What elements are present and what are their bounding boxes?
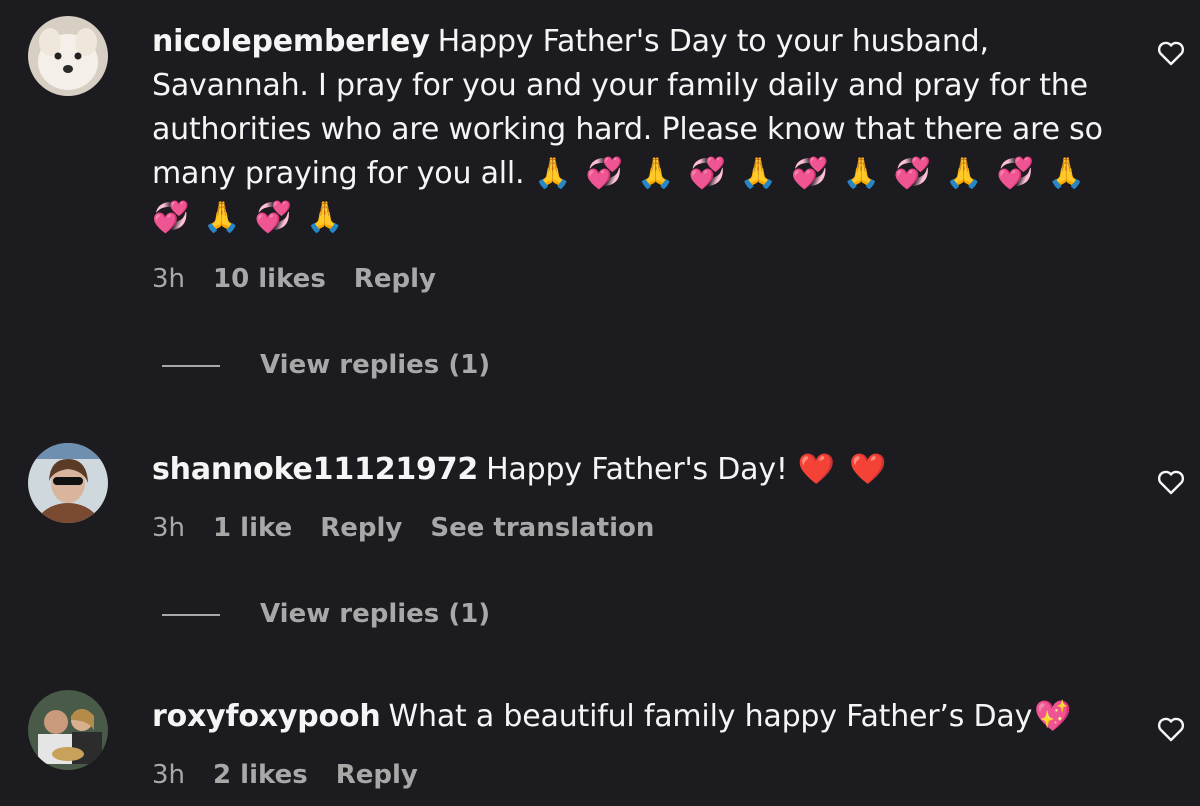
timestamp: 3h bbox=[152, 513, 186, 543]
avatar[interactable] bbox=[28, 16, 108, 96]
heart-outline-icon[interactable] bbox=[1157, 40, 1185, 66]
username[interactable]: nicolepemberley bbox=[152, 24, 430, 59]
avatar[interactable] bbox=[28, 443, 108, 523]
comment-meta: 3h 1 like Reply See translation bbox=[152, 513, 682, 543]
replies-divider bbox=[162, 364, 220, 367]
comment-meta: 3h 10 likes Reply bbox=[152, 264, 464, 294]
emoji-sequence: ❤️❤️ bbox=[797, 452, 901, 487]
likes-count[interactable]: 1 like bbox=[213, 513, 292, 543]
username[interactable]: roxyfoxypooh bbox=[152, 699, 381, 734]
timestamp: 3h bbox=[152, 760, 186, 790]
comment-text: Happy Father's Day! bbox=[486, 452, 788, 487]
view-replies-button[interactable]: View replies (1) bbox=[162, 599, 490, 629]
emoji-sequence: 💖 bbox=[1034, 699, 1086, 734]
heart-outline-icon[interactable] bbox=[1157, 469, 1185, 495]
heart-outline-icon[interactable] bbox=[1157, 716, 1185, 742]
reply-button[interactable]: Reply bbox=[336, 760, 418, 790]
timestamp: 3h bbox=[152, 264, 186, 294]
comment-meta: 3h 2 likes Reply bbox=[152, 760, 446, 790]
view-replies-label: View replies (1) bbox=[260, 350, 491, 380]
likes-count[interactable]: 2 likes bbox=[213, 760, 308, 790]
replies-divider bbox=[162, 613, 220, 616]
reply-button[interactable]: Reply bbox=[354, 264, 436, 294]
avatar[interactable] bbox=[28, 690, 108, 770]
reply-button[interactable]: Reply bbox=[320, 513, 402, 543]
comment-text: What a beautiful family happy Father’s D… bbox=[388, 699, 1033, 734]
username[interactable]: shannoke11121972 bbox=[152, 452, 478, 487]
see-translation-button[interactable]: See translation bbox=[430, 513, 654, 543]
view-replies-button[interactable]: View replies (1) bbox=[162, 350, 490, 380]
likes-count[interactable]: 10 likes bbox=[213, 264, 326, 294]
view-replies-label: View replies (1) bbox=[260, 599, 491, 629]
